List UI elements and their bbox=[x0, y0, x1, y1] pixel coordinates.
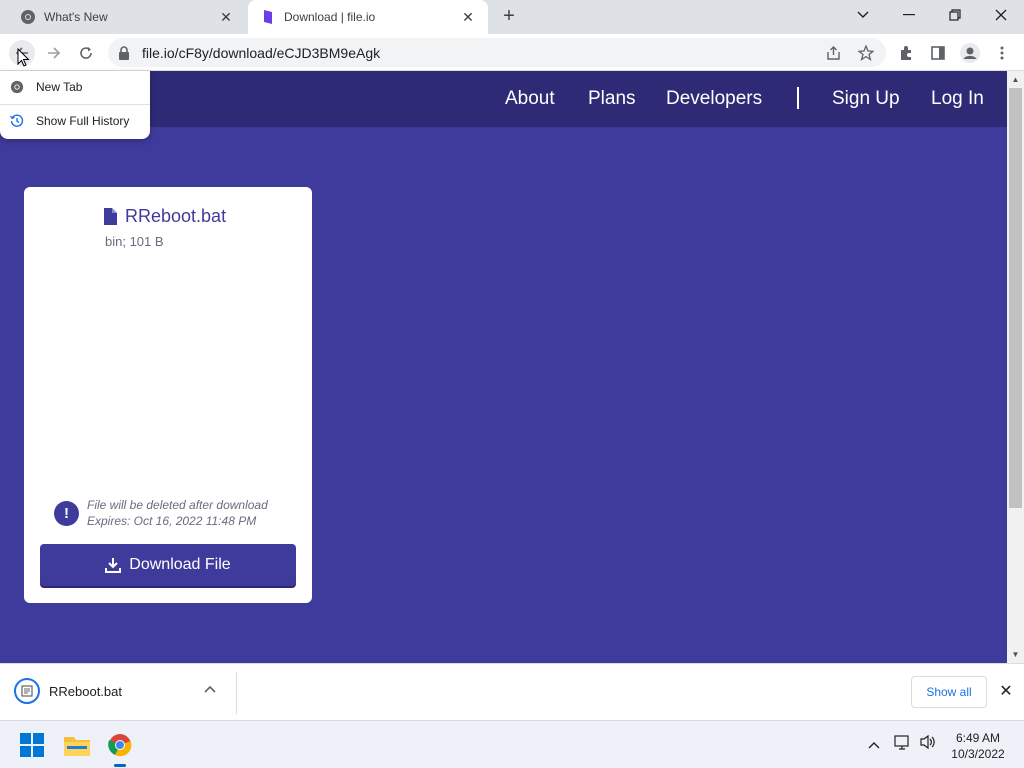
share-icon[interactable] bbox=[820, 40, 846, 66]
clock-date: 10/3/2022 bbox=[951, 747, 1005, 761]
scroll-down-arrow-icon[interactable]: ▼ bbox=[1007, 646, 1024, 663]
tab-title: What's New bbox=[44, 10, 108, 24]
tab-title: Download | file.io bbox=[284, 10, 376, 24]
lock-icon[interactable] bbox=[118, 45, 132, 60]
extensions-icon[interactable] bbox=[893, 40, 919, 66]
file-card: RReboot.bat bin; 101 B ! File will be de… bbox=[24, 187, 312, 603]
download-divider bbox=[236, 672, 237, 714]
new-tab-button[interactable]: + bbox=[498, 6, 520, 28]
close-tab-icon[interactable]: ✕ bbox=[460, 9, 476, 25]
minimize-button[interactable] bbox=[886, 0, 932, 30]
volume-icon[interactable] bbox=[919, 734, 937, 753]
expiry-notice: ! File will be deleted after download Ex… bbox=[54, 497, 268, 529]
nav-sign-up[interactable]: Sign Up bbox=[832, 88, 900, 110]
download-file-button[interactable]: Download File bbox=[40, 544, 296, 586]
chevron-up-icon[interactable] bbox=[204, 682, 216, 696]
download-filename: RReboot.bat bbox=[49, 683, 122, 699]
mouse-cursor-icon bbox=[17, 47, 30, 73]
profile-avatar-icon[interactable] bbox=[957, 40, 983, 66]
scroll-up-arrow-icon[interactable]: ▲ bbox=[1007, 71, 1024, 88]
nav-log-in[interactable]: Log In bbox=[931, 88, 984, 110]
close-window-button[interactable] bbox=[978, 0, 1024, 30]
file-name: RReboot.bat bbox=[104, 206, 226, 227]
history-item-new-tab[interactable]: New Tab bbox=[0, 71, 150, 103]
download-button-label: Download File bbox=[129, 556, 231, 573]
close-download-shelf-icon[interactable]: ✕ bbox=[996, 682, 1016, 702]
tab-download-fileio[interactable]: Download | file.io ✕ bbox=[248, 0, 488, 34]
system-clock[interactable]: 6:49 AM 10/3/2022 bbox=[946, 730, 1010, 762]
notice-expires-text: Expires: Oct 16, 2022 11:48 PM bbox=[87, 514, 257, 528]
close-tab-icon[interactable]: ✕ bbox=[218, 9, 234, 25]
file-meta: bin; 101 B bbox=[105, 234, 164, 249]
tray-overflow-chevron-icon[interactable] bbox=[868, 736, 880, 752]
chrome-icon bbox=[20, 9, 36, 25]
show-all-downloads-button[interactable]: Show all bbox=[911, 676, 987, 708]
chrome-icon bbox=[9, 79, 25, 95]
info-exclamation-icon: ! bbox=[54, 500, 79, 526]
network-icon[interactable] bbox=[894, 734, 912, 753]
restore-button[interactable] bbox=[932, 0, 978, 30]
browser-toolbar: file.io/cF8y/download/eCJD3BM9eAgk bbox=[0, 34, 1024, 71]
windows-taskbar: 6:49 AM 10/3/2022 bbox=[0, 720, 1024, 768]
back-history-menu: New Tab Show Full History bbox=[0, 71, 150, 139]
web-page: About Plans Developers Sign Up Log In RR… bbox=[0, 71, 1007, 663]
reload-button[interactable] bbox=[73, 40, 99, 66]
nav-plans[interactable]: Plans bbox=[588, 88, 636, 110]
downloaded-file-icon bbox=[14, 678, 40, 704]
windows-start-icon[interactable] bbox=[16, 729, 48, 761]
chrome-taskbar-icon[interactable] bbox=[104, 729, 136, 767]
nav-developers[interactable]: Developers bbox=[666, 88, 762, 110]
fileio-icon bbox=[260, 9, 276, 25]
forward-button[interactable] bbox=[41, 40, 67, 66]
file-icon bbox=[104, 208, 117, 225]
url-text: file.io/cF8y/download/eCJD3BM9eAgk bbox=[142, 44, 381, 61]
menu-kebab-icon[interactable] bbox=[989, 40, 1015, 66]
tab-whats-new[interactable]: What's New ✕ bbox=[8, 0, 246, 34]
notice-delete-text: File will be deleted after download bbox=[87, 498, 268, 512]
side-panel-icon[interactable] bbox=[925, 40, 951, 66]
tab-strip: What's New ✕ Download | file.io ✕ + bbox=[0, 0, 1024, 34]
tab-search-icon[interactable] bbox=[840, 0, 886, 30]
history-clock-icon bbox=[9, 113, 25, 129]
page-scrollbar[interactable]: ▲ ▼ bbox=[1007, 71, 1024, 663]
download-shelf: RReboot.bat Show all ✕ bbox=[0, 663, 1024, 720]
download-item[interactable]: RReboot.bat bbox=[14, 678, 122, 704]
address-bar[interactable]: file.io/cF8y/download/eCJD3BM9eAgk bbox=[108, 38, 886, 67]
file-name-text: RReboot.bat bbox=[125, 206, 227, 226]
site-header: About Plans Developers Sign Up Log In bbox=[0, 71, 1007, 127]
nav-divider bbox=[797, 87, 799, 109]
history-item-show-full-history[interactable]: Show Full History bbox=[0, 105, 150, 137]
nav-about[interactable]: About bbox=[505, 88, 555, 110]
clock-time: 6:49 AM bbox=[955, 731, 1001, 745]
scrollbar-thumb[interactable] bbox=[1009, 88, 1022, 508]
bookmark-star-icon[interactable] bbox=[853, 40, 879, 66]
history-item-label: Show Full History bbox=[36, 114, 130, 128]
download-icon bbox=[105, 557, 122, 573]
history-item-label: New Tab bbox=[36, 80, 83, 94]
file-explorer-icon[interactable] bbox=[61, 729, 93, 761]
